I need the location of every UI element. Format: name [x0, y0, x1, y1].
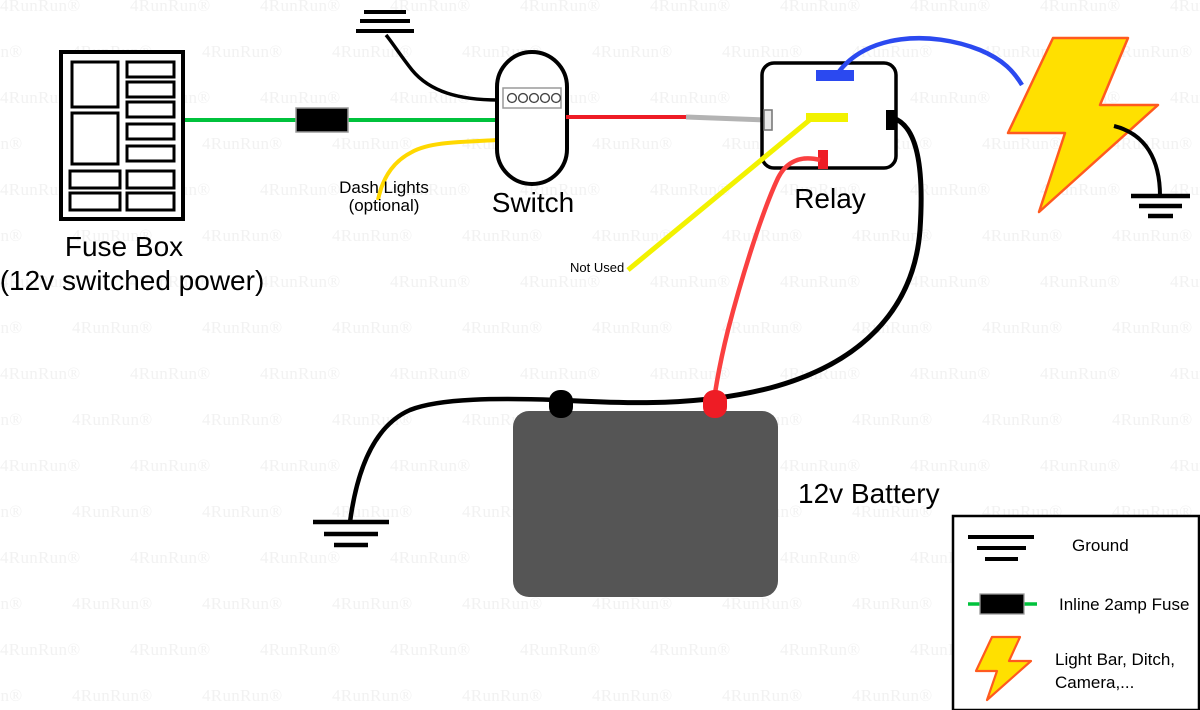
switch-component[interactable] [495, 50, 569, 186]
relay-terminal-gray [763, 109, 773, 131]
lightning-bolt-icon [1006, 36, 1160, 214]
battery-positive-terminal [703, 390, 727, 418]
inline-fuse-icon [295, 107, 349, 133]
relay-label: Relay [794, 183, 866, 214]
ground-symbol-lightbar [1131, 193, 1190, 219]
ground-symbol-top [356, 10, 414, 33]
legend-lightbar-label-line1: Light Bar, Ditch, [1055, 650, 1176, 669]
wiring-diagram-canvas: 4RunRun® 4RunRun® 4RunRun® 4RunRun® 4RunRun®… [0, 0, 1200, 710]
gray-relay-wire [685, 114, 767, 123]
fuse-box-component [59, 50, 185, 221]
battery-label: 12v Battery [798, 478, 940, 509]
wiring-diagram-svg [59, 10, 1200, 710]
battery-negative-terminal [549, 390, 573, 418]
legend-ground-label: Ground [1072, 536, 1129, 555]
dash-lights-label-line2: (optional) [348, 196, 420, 215]
fuse-box-label-line2: (12v switched power) [0, 265, 265, 296]
fuse-box-label-line1: Fuse Box [64, 231, 184, 262]
legend-lightbar-label-line2: Camera,... [1055, 673, 1135, 692]
legend-fuse-label: Inline 2amp Fuse [1059, 595, 1190, 614]
switch-label: Switch [491, 187, 575, 218]
black-switch-ground-wire [384, 33, 499, 102]
not-used-label: Not Used [570, 260, 625, 275]
battery-component [513, 390, 778, 597]
relay-terminal-blue [816, 70, 854, 81]
relay-component[interactable] [760, 61, 898, 170]
ground-symbol-battery [313, 519, 389, 548]
